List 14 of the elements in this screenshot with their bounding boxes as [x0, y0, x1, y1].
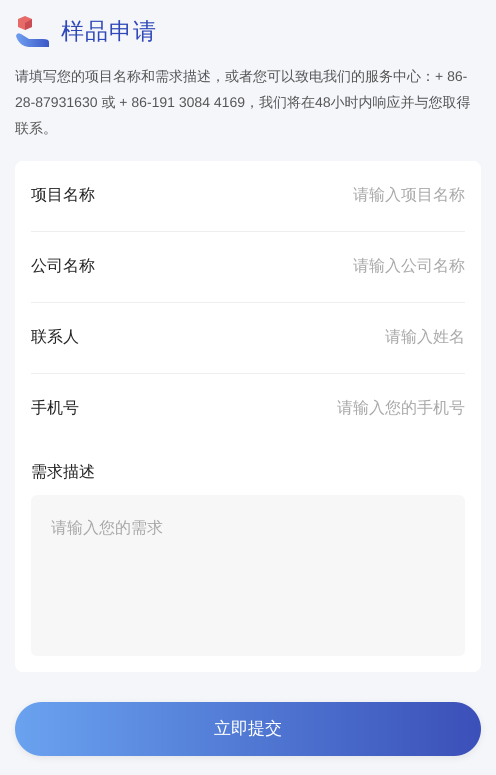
input-field[interactable]: 请输入公司名称	[95, 254, 465, 278]
page-title: 样品申请	[61, 17, 157, 46]
input-field[interactable]: 请输入项目名称	[95, 184, 465, 208]
field-label: 项目名称	[31, 186, 95, 206]
field-label: 手机号	[31, 398, 79, 419]
field-label: 联系人	[31, 328, 79, 348]
intro-text: 请填写您的项目名称和需求描述，或者您可以致电我们的服务中心：+ 86-28-87931630 或 + 86-191 3084 4169，我们将在48小时内响应并与您取得联系。	[14, 66, 472, 138]
submit-button[interactable]: 立即提交	[15, 702, 481, 756]
hand-box-icon	[15, 14, 51, 48]
field-label: 公司名称	[31, 256, 95, 276]
field-label: 需求描述	[31, 462, 95, 482]
input-field[interactable]: 请输入姓名	[79, 326, 465, 350]
input-field[interactable]: 请输入您的手机号	[79, 397, 465, 421]
textarea-field[interactable]: 请输入您的需求	[31, 494, 465, 656]
